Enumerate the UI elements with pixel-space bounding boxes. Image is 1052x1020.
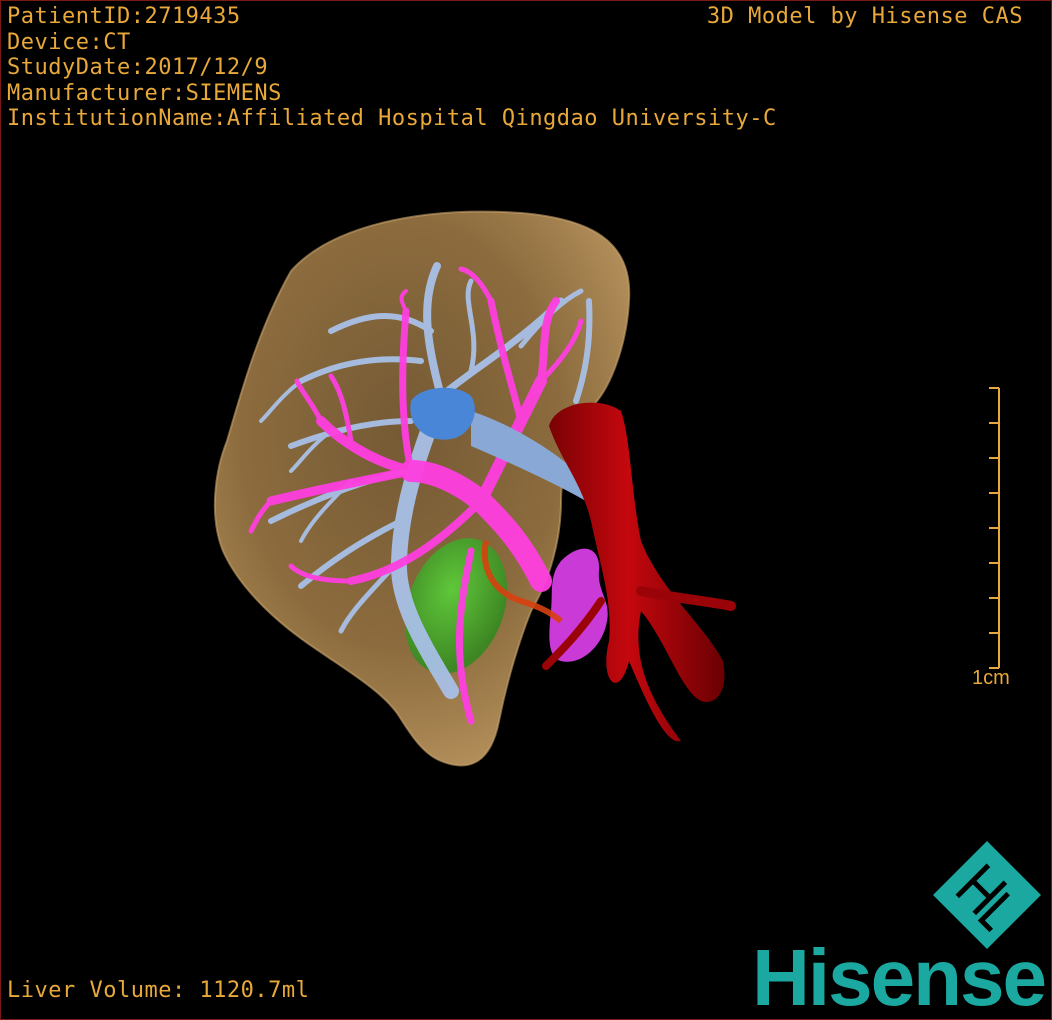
device: Device:CT [7, 29, 131, 55]
scale-bar [989, 387, 1000, 669]
scale-label: 1cm [972, 667, 1010, 689]
3d-viewport[interactable]: PatientID:2719435 Device:CT StudyDate:20… [0, 0, 1052, 1020]
dicom-info-block: PatientID:2719435 Device:CT StudyDate:20… [7, 4, 777, 132]
study-date: StudyDate:2017/12/9 [7, 55, 269, 80]
liver-3d-model[interactable] [1, 1, 1051, 1019]
patient-id: PatientID:2719435 [7, 4, 241, 29]
liver-volume: Liver Volume: 1120.7ml [7, 978, 310, 1003]
model-credit: 3D Model by Hisense CAS [706, 4, 1023, 29]
manufacturer: Manufacturer:SIEMENS [7, 80, 282, 106]
hisense-wordmark: Hisense [752, 933, 1047, 1020]
institution-name: InstitutionName:Affiliated Hospital Qing… [7, 106, 777, 131]
